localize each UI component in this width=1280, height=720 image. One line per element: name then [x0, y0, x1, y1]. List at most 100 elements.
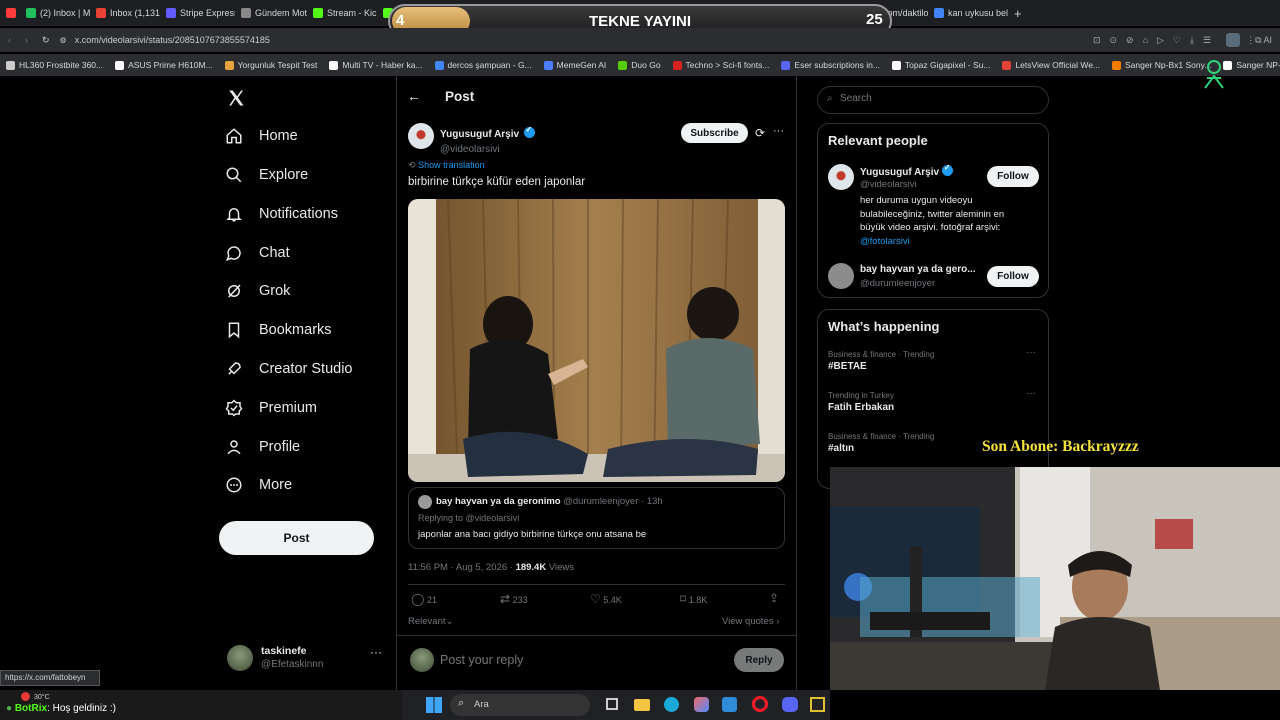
nav-item-premium[interactable]: Premium: [225, 399, 317, 417]
post-button[interactable]: Post: [219, 521, 374, 555]
extensions-icon[interactable]: ⋮⧉ AI: [1246, 35, 1272, 46]
address-bar-actions[interactable]: ⊡⊙⊘⌂▷♡⤓☰: [1093, 35, 1220, 46]
follow-button[interactable]: Follow: [987, 166, 1039, 187]
bookmark-label: Yorgunluk Tespit Test: [237, 60, 318, 70]
bookmark-action[interactable]: ⌑ 1.8K: [680, 592, 707, 606]
copilot-icon[interactable]: [694, 697, 709, 712]
profile-icon[interactable]: [1226, 33, 1241, 47]
taskbar-search[interactable]: ⌕ Ara: [450, 694, 590, 716]
bookmark-item[interactable]: Yorgunluk Tespit Test: [219, 60, 324, 70]
bio-link[interactable]: @fotolarsivi: [860, 236, 910, 247]
bookmark-label: dercos şampuan - G...: [447, 60, 532, 70]
new-tab-icon[interactable]: +: [1014, 6, 1022, 21]
browser-tab[interactable]: Inbox (1,131) -: [90, 2, 160, 24]
post-timestamp[interactable]: 11:56 PM · Aug 5, 2026 ·: [408, 562, 513, 573]
share-icon[interactable]: ⇪: [769, 591, 779, 605]
start-icon[interactable]: [426, 697, 442, 713]
nav-item-chat[interactable]: Chat: [225, 244, 290, 262]
person-name[interactable]: Yugusuguf Arşiv: [860, 167, 939, 178]
folder-icon[interactable]: [634, 699, 650, 711]
follow-button[interactable]: Follow: [987, 266, 1039, 287]
mascot-icon: [1204, 60, 1224, 89]
address-bar: ‹ › ↻ ⚙ x.com/videolarsivi/status/208510…: [0, 28, 1280, 52]
taskbar-search-placeholder: Ara: [474, 699, 489, 710]
bookmark-item[interactable]: dercos şampuan - G...: [429, 60, 538, 70]
reply-action[interactable]: ◯ 21: [411, 592, 437, 606]
subscribe-button[interactable]: Subscribe: [681, 123, 748, 143]
author-handle[interactable]: @videolarsivi: [440, 144, 535, 155]
nav-item-notifications[interactable]: Notifications: [225, 205, 338, 223]
bookmark-item[interactable]: Eser subscriptions in...: [775, 60, 886, 70]
avatar: [227, 645, 253, 671]
show-translation-link[interactable]: ⟲ Show translation: [408, 160, 485, 171]
site-info-icon[interactable]: ⚙: [60, 36, 67, 45]
divider: [408, 584, 785, 585]
nav-item-more[interactable]: More: [225, 476, 292, 494]
more-icon[interactable]: ···: [1026, 347, 1036, 358]
repost-action[interactable]: ⇄ 233: [500, 592, 528, 606]
nav-item-label: Chat: [259, 245, 290, 261]
browser-tab[interactable]: Stripe Express: [160, 2, 235, 24]
grok-icon[interactable]: ⟳: [755, 126, 765, 140]
webcam-feed: [830, 467, 1280, 690]
avatar: [410, 648, 434, 672]
back-icon[interactable]: ‹: [8, 35, 11, 45]
url-field[interactable]: x.com/videolarsivi/status/20851076738555…: [75, 35, 270, 45]
nav-item-creator-studio[interactable]: Creator Studio: [225, 360, 353, 378]
app-icon[interactable]: [810, 697, 825, 712]
browser-tab[interactable]: Stream - Kick: [307, 2, 377, 24]
bookmark-item[interactable]: ASUS Prime H610M...: [109, 60, 219, 70]
bookmark-item[interactable]: HL360 Frostbite 360...: [0, 60, 109, 70]
opera-icon[interactable]: [752, 696, 768, 712]
bookmark-favicon-icon: [224, 60, 234, 70]
bookmark-item[interactable]: Sanger Np-Bx1 Sony...: [1106, 60, 1217, 70]
reload-icon[interactable]: ↻: [42, 35, 50, 46]
view-quotes-link[interactable]: View quotes ›: [722, 616, 779, 627]
taskview-icon[interactable]: [606, 698, 618, 710]
nav-item-explore[interactable]: Explore: [225, 166, 308, 184]
author-avatar[interactable]: [408, 123, 434, 149]
browser-tab[interactable]: (2) Inbox | Mai: [20, 2, 90, 24]
nav-item-label: Grok: [259, 283, 291, 299]
bookmark-item[interactable]: Sanger NP-BX1 Son...: [1217, 60, 1280, 70]
browser-tab[interactable]: Gündem Motor: [235, 2, 307, 24]
browser-tab[interactable]: kan uykusu bel: [928, 2, 1010, 24]
post-video[interactable]: [408, 199, 785, 482]
like-action[interactable]: ♡ 5.4K: [590, 592, 622, 606]
account-switcher[interactable]: taskinefe @Efetaskinnn ···: [227, 643, 387, 675]
back-arrow-icon[interactable]: ←: [407, 88, 421, 104]
more-icon[interactable]: ···: [1026, 388, 1036, 399]
nav-item-grok[interactable]: Grok: [225, 282, 290, 300]
reply-input[interactable]: [440, 650, 690, 670]
nav-item-home[interactable]: Home: [225, 127, 298, 145]
avatar[interactable]: [828, 164, 854, 190]
bookmark-item[interactable]: Multi TV - Haber ka...: [323, 60, 428, 70]
browser-tab[interactable]: [0, 2, 20, 24]
quoted-reply-card[interactable]: bay hayvan ya da geronimo @durumleenjoye…: [408, 487, 785, 549]
person-handle[interactable]: @durumleenjoyer: [860, 278, 935, 289]
more-options-icon[interactable]: ···: [773, 125, 784, 137]
bookmark-item[interactable]: Techno > Sci-fi fonts...: [667, 60, 776, 70]
author-block: Yugusuguf Arşiv @videolarsivi: [440, 124, 535, 155]
bookmark-item[interactable]: MemeGen AI: [538, 60, 613, 70]
forward-icon[interactable]: ›: [25, 35, 28, 45]
discord-icon[interactable]: [782, 697, 798, 712]
avatar[interactable]: [828, 263, 854, 289]
author-name[interactable]: Yugusuguf Arşiv: [440, 129, 519, 140]
person-handle[interactable]: @videolarsivi: [860, 179, 917, 190]
bookmark-item[interactable]: LetsView Official We...: [996, 60, 1106, 70]
search-input[interactable]: [840, 93, 1030, 104]
person-name[interactable]: bay hayvan ya da gero...: [860, 264, 976, 275]
store-icon[interactable]: [722, 697, 737, 712]
bookmark-item[interactable]: Topaz Gigapixel - Su...: [886, 60, 997, 70]
x-logo-icon[interactable]: [227, 89, 245, 107]
sort-dropdown[interactable]: Relevant⌄: [408, 616, 453, 627]
trend-item[interactable]: Trending in Turkey Fatih Erbakan ···: [828, 388, 1038, 413]
reply-button[interactable]: Reply: [734, 648, 784, 672]
nav-item-bookmarks[interactable]: Bookmarks: [225, 321, 332, 339]
bookmark-item[interactable]: Duo Go: [612, 60, 666, 70]
edge-icon[interactable]: [664, 697, 679, 712]
nav-item-profile[interactable]: Profile: [225, 438, 300, 456]
search-box[interactable]: ⌕: [817, 86, 1049, 114]
trend-item[interactable]: Business & finance · Trending #BETAE ···: [828, 347, 1038, 372]
